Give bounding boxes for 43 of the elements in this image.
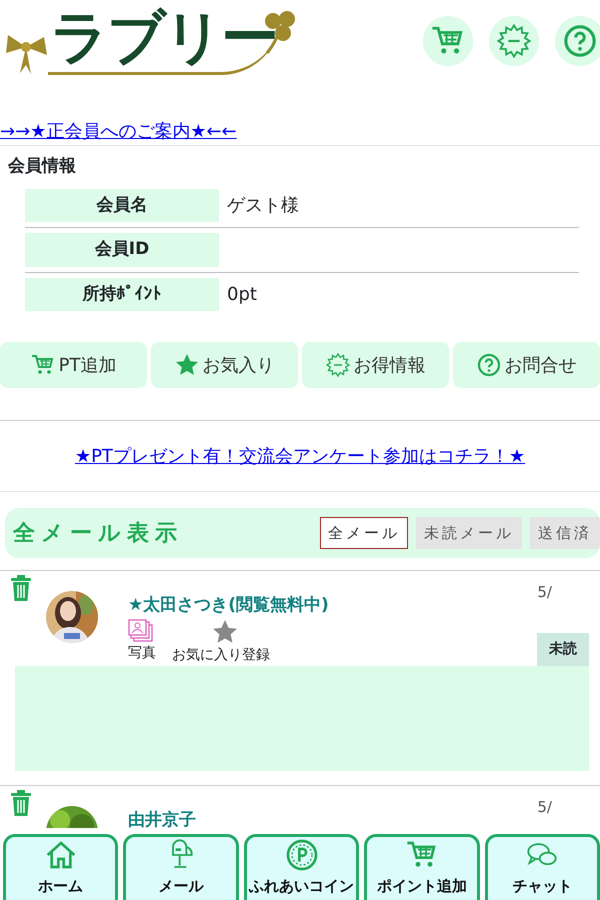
unread-tag: 未読 bbox=[537, 632, 589, 666]
cart-icon bbox=[30, 353, 55, 377]
star-icon bbox=[174, 353, 198, 377]
field-value: ゲスト様 bbox=[226, 194, 299, 218]
trash-icon[interactable] bbox=[10, 575, 32, 601]
sender-name[interactable]: ★太田さつき(閲覧無料中) bbox=[128, 593, 537, 618]
sale-button[interactable] bbox=[489, 16, 539, 66]
coin-icon bbox=[286, 839, 318, 871]
mail-date: 5/ bbox=[537, 582, 552, 603]
section-title: 会員情報 bbox=[6, 155, 77, 178]
nav-button[interactable]: チャット bbox=[484, 834, 600, 900]
filter-tab[interactable]: 送信済 bbox=[530, 517, 600, 549]
field-value: 0pt bbox=[226, 282, 257, 307]
burst-icon bbox=[497, 24, 531, 58]
menu-button[interactable]: PT追加 bbox=[0, 342, 147, 388]
nav-button[interactable]: ポイント追加 bbox=[364, 834, 480, 900]
badge-label[interactable]: 写真 bbox=[128, 642, 156, 664]
field-label: 会員名 bbox=[25, 188, 219, 222]
menu-button[interactable]: お得情報 bbox=[302, 342, 449, 388]
star-icon bbox=[212, 618, 238, 644]
promo-link[interactable]: ★PTプレゼント有！交流会アンケート参加はコチラ！★ bbox=[74, 446, 526, 467]
help-button[interactable] bbox=[555, 16, 600, 66]
burst-icon bbox=[326, 353, 350, 377]
sender-name[interactable]: 由井京子 bbox=[128, 808, 538, 833]
member-guide-link[interactable]: →→★正会員へのご案内★←← bbox=[0, 118, 237, 145]
nav-button[interactable]: ホーム bbox=[3, 834, 118, 900]
nav-button[interactable]: ふれあいコイン bbox=[244, 834, 360, 900]
help-icon bbox=[476, 353, 500, 377]
cart-button[interactable] bbox=[423, 16, 473, 66]
help-icon bbox=[563, 24, 597, 58]
field-label: 所持ﾎﾟｲﾝﾄ bbox=[25, 278, 219, 311]
field-label: 会員ID bbox=[25, 233, 219, 266]
menu-button[interactable]: お問合せ bbox=[453, 342, 600, 388]
menu-button[interactable]: お気入り bbox=[151, 342, 298, 388]
badge-label[interactable]: お気に入り登録 bbox=[172, 644, 270, 666]
filter-tab[interactable]: 全メール bbox=[320, 517, 408, 549]
trash-icon[interactable] bbox=[10, 790, 32, 816]
home-icon bbox=[44, 839, 77, 871]
nav-button[interactable]: メール bbox=[123, 834, 239, 900]
filter-tab[interactable]: 未読メール bbox=[416, 517, 522, 549]
mail-header-title: 全メール表示 bbox=[13, 520, 183, 548]
photo-stack-icon bbox=[128, 618, 154, 642]
mail-date: 5/ bbox=[537, 796, 552, 818]
